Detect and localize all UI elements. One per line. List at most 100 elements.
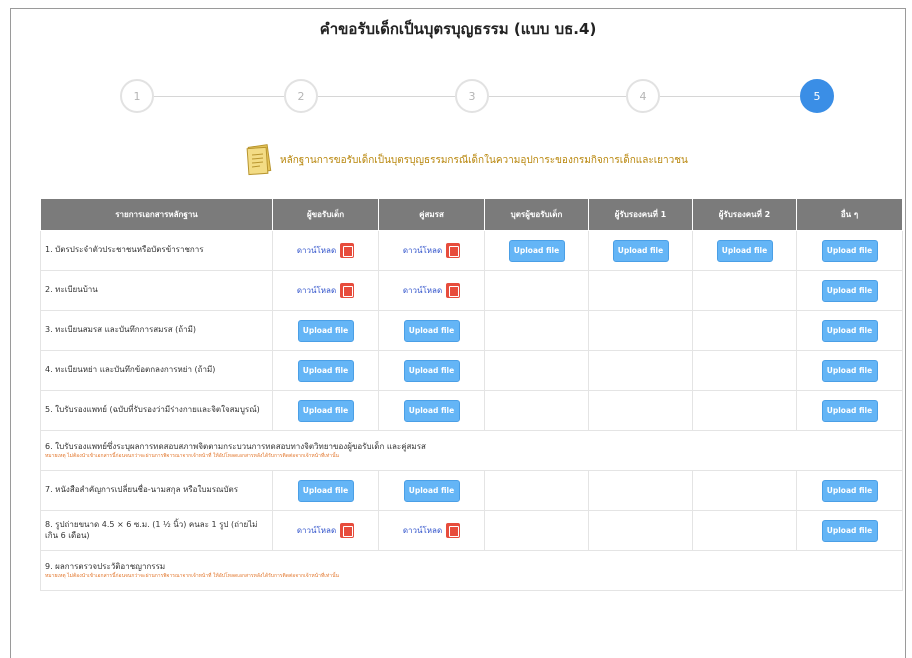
pdf-icon[interactable] xyxy=(340,243,355,258)
step-connector xyxy=(489,96,626,97)
upload-file-button[interactable]: Upload file xyxy=(821,359,878,382)
cell-guarantor-2 xyxy=(692,510,797,551)
document-label-cell: 3. ทะเบียนสมรส และบันทึกการสมรส (ถ้ามี) xyxy=(40,310,273,351)
download-link[interactable]: ดาวน์โหลด xyxy=(297,246,336,255)
cell-applicant: Upload file xyxy=(272,310,379,351)
step-3[interactable]: 3 xyxy=(455,79,489,113)
cell-applicant: Upload file xyxy=(272,390,379,431)
cell-guarantor-2 xyxy=(692,310,797,351)
table-row: 4. ทะเบียนหย่า และบันทึกข้อตกลงการหย่า (… xyxy=(40,350,903,391)
cell-other: Upload file xyxy=(796,510,903,551)
cell-applicant: ดาวน์โหลด xyxy=(272,510,379,551)
document-label: 3. ทะเบียนสมรส และบันทึกการสมรส (ถ้ามี) xyxy=(45,325,196,335)
cell-spouse: ดาวน์โหลด xyxy=(378,270,485,311)
upload-file-button[interactable]: Upload file xyxy=(821,399,878,422)
pdf-icon[interactable] xyxy=(446,283,461,298)
cell-spouse: ดาวน์โหลด xyxy=(378,510,485,551)
cell-applicant: ดาวน์โหลด xyxy=(272,230,379,271)
col-header-spouse: คู่สมรส xyxy=(378,198,485,231)
cell-child xyxy=(484,270,589,311)
step-5[interactable]: 5 xyxy=(800,79,834,113)
table-row: 1. บัตรประจำตัวประชาชนหรือบัตรข้าราชการ ด… xyxy=(40,230,903,271)
document-label: 5. ใบรับรองแพทย์ (ฉบับที่รับรองว่ามีร่าง… xyxy=(45,405,260,415)
cell-spouse: Upload file xyxy=(378,310,485,351)
cell-other: Upload file xyxy=(796,270,903,311)
cell-applicant: Upload file xyxy=(272,350,379,391)
documents-table: รายการเอกสารหลักฐาน ผู้ขอรับเด็ก คู่สมรส… xyxy=(40,198,903,591)
upload-file-button[interactable]: Upload file xyxy=(821,519,878,542)
cell-guarantor-2 xyxy=(692,470,797,511)
document-label-cell: 6. ใบรับรองแพทย์ซึ่งระบุผลการทดสอบสภาพจิ… xyxy=(40,430,903,471)
cell-guarantor-2 xyxy=(692,350,797,391)
col-header-guarantor-2: ผู้รับรองคนที่ 2 xyxy=(692,198,797,231)
pdf-icon[interactable] xyxy=(446,243,461,258)
upload-file-button[interactable]: Upload file xyxy=(297,399,354,422)
upload-file-button[interactable]: Upload file xyxy=(403,359,460,382)
upload-file-button[interactable]: Upload file xyxy=(297,319,354,342)
cell-other: Upload file xyxy=(796,470,903,511)
cell-guarantor-1 xyxy=(588,470,693,511)
cell-other: Upload file xyxy=(796,350,903,391)
table-row: 9. ผลการตรวจประวัติอาชญากรรม หมายเหตุ ไม่… xyxy=(40,550,903,591)
step-2[interactable]: 2 xyxy=(284,79,318,113)
pdf-icon[interactable] xyxy=(446,523,461,538)
step-connector xyxy=(660,96,800,97)
cell-spouse: Upload file xyxy=(378,470,485,511)
book-icon xyxy=(246,144,272,176)
upload-file-button[interactable]: Upload file xyxy=(403,479,460,502)
download-link[interactable]: ดาวน์โหลด xyxy=(297,526,336,535)
section-heading-text: หลักฐานการขอรับเด็กเป็นบุตรบุญธรรมกรณีเด… xyxy=(280,154,688,166)
pdf-icon[interactable] xyxy=(340,523,355,538)
document-note: หมายเหตุ ไม่ต้องนำเข้าเอกสารนี้ก่อนจนกว่… xyxy=(45,452,339,459)
step-4[interactable]: 4 xyxy=(626,79,660,113)
table-row: 3. ทะเบียนสมรส และบันทึกการสมรส (ถ้ามี) U… xyxy=(40,310,903,351)
document-label-cell: 7. หนังสือสำคัญการเปลี่ยนชื่อ-นามสกุล หร… xyxy=(40,470,273,511)
col-header-guarantor-1: ผู้รับรองคนที่ 1 xyxy=(588,198,693,231)
col-header-document: รายการเอกสารหลักฐาน xyxy=(40,198,273,231)
pdf-icon[interactable] xyxy=(340,283,355,298)
document-label-cell: 9. ผลการตรวจประวัติอาชญากรรม หมายเหตุ ไม่… xyxy=(40,550,903,591)
table-row: 5. ใบรับรองแพทย์ (ฉบับที่รับรองว่ามีร่าง… xyxy=(40,390,903,431)
table-row: 6. ใบรับรองแพทย์ซึ่งระบุผลการทดสอบสภาพจิ… xyxy=(40,430,903,471)
document-label: 8. รูปถ่ายขนาด 4.5 × 6 ซ.ม. (1 ½ นิ้ว) ค… xyxy=(45,520,258,540)
upload-file-button[interactable]: Upload file xyxy=(716,239,773,262)
cell-guarantor-2: Upload file xyxy=(692,230,797,271)
cell-child xyxy=(484,350,589,391)
cell-child xyxy=(484,310,589,351)
download-link[interactable]: ดาวน์โหลด xyxy=(297,286,336,295)
upload-file-button[interactable]: Upload file xyxy=(821,279,878,302)
download-link[interactable]: ดาวน์โหลด xyxy=(403,286,442,295)
step-1[interactable]: 1 xyxy=(120,79,154,113)
cell-child xyxy=(484,470,589,511)
document-note: หมายเหตุ ไม่ต้องนำเข้าเอกสารนี้ก่อนจนกว่… xyxy=(45,572,339,579)
table-row: 2. ทะเบียนบ้าน ดาวน์โหลด ดาวน์โหลด Upload f… xyxy=(40,270,903,311)
upload-file-button[interactable]: Upload file xyxy=(821,319,878,342)
upload-file-button[interactable]: Upload file xyxy=(297,479,354,502)
document-label-cell: 1. บัตรประจำตัวประชาชนหรือบัตรข้าราชการ xyxy=(40,230,273,271)
col-header-other: อื่น ๆ xyxy=(796,198,903,231)
document-label-cell: 4. ทะเบียนหย่า และบันทึกข้อตกลงการหย่า (… xyxy=(40,350,273,391)
document-label: 9. ผลการตรวจประวัติอาชญากรรม xyxy=(45,561,166,571)
upload-file-button[interactable]: Upload file xyxy=(403,319,460,342)
cell-other: Upload file xyxy=(796,390,903,431)
download-link[interactable]: ดาวน์โหลด xyxy=(403,526,442,535)
document-label: 1. บัตรประจำตัวประชาชนหรือบัตรข้าราชการ xyxy=(45,245,204,255)
upload-file-button[interactable]: Upload file xyxy=(821,479,878,502)
download-link[interactable]: ดาวน์โหลด xyxy=(403,246,442,255)
cell-guarantor-1 xyxy=(588,510,693,551)
cell-spouse: Upload file xyxy=(378,350,485,391)
cell-spouse: Upload file xyxy=(378,390,485,431)
cell-child xyxy=(484,510,589,551)
upload-file-button[interactable]: Upload file xyxy=(297,359,354,382)
document-label: 7. หนังสือสำคัญการเปลี่ยนชื่อ-นามสกุล หร… xyxy=(45,485,239,495)
cell-guarantor-1 xyxy=(588,390,693,431)
upload-file-button[interactable]: Upload file xyxy=(821,239,878,262)
upload-file-button[interactable]: Upload file xyxy=(403,399,460,422)
cell-child xyxy=(484,390,589,431)
document-label: 4. ทะเบียนหย่า และบันทึกข้อตกลงการหย่า (… xyxy=(45,365,216,375)
upload-file-button[interactable]: Upload file xyxy=(612,239,669,262)
upload-file-button[interactable]: Upload file xyxy=(508,239,565,262)
cell-guarantor-1 xyxy=(588,270,693,311)
step-connector xyxy=(154,96,284,97)
table-row: 7. หนังสือสำคัญการเปลี่ยนชื่อ-นามสกุล หร… xyxy=(40,470,903,511)
